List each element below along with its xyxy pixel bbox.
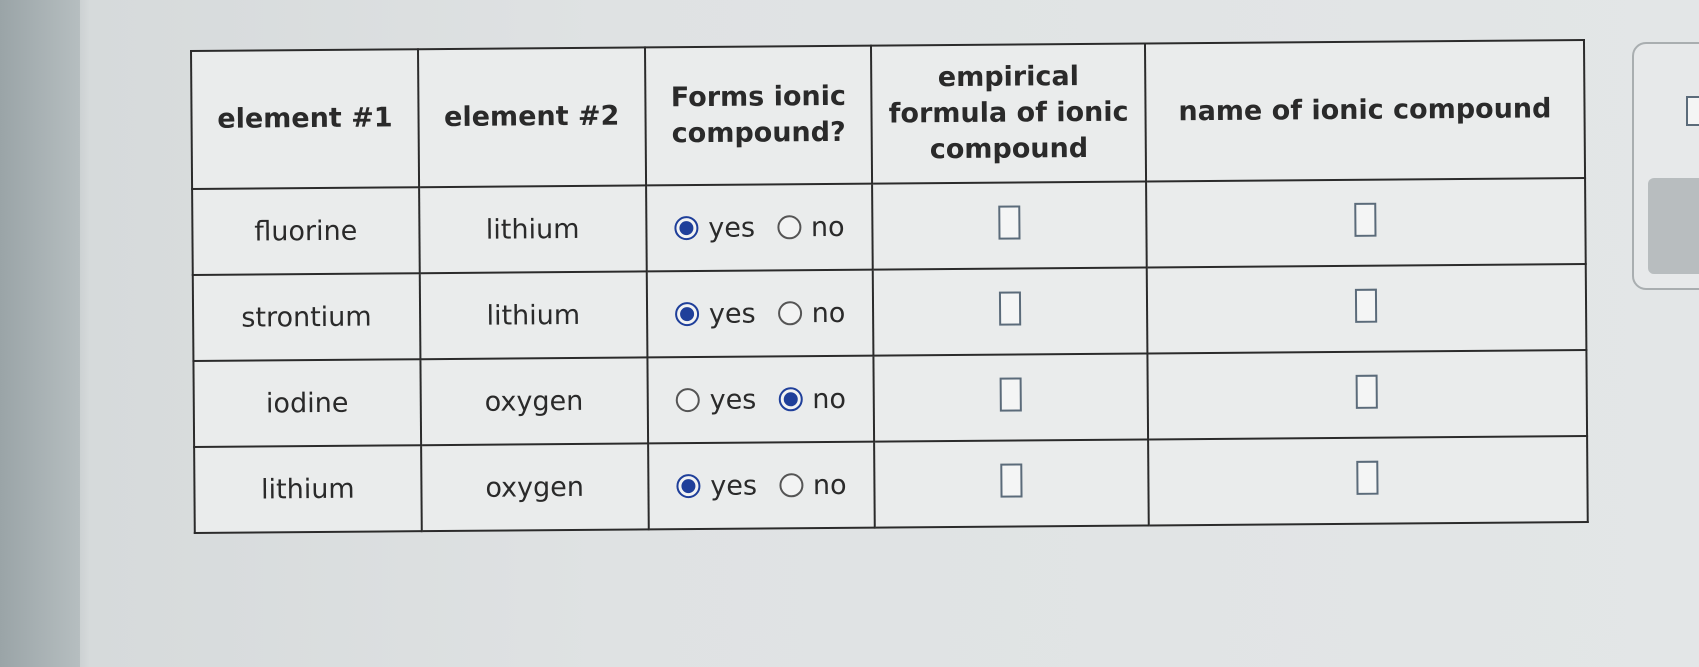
cell-compound-name — [1146, 264, 1587, 354]
cell-element-1: lithium — [194, 445, 422, 533]
cell-element-1: iodine — [193, 359, 421, 447]
radio-button-icon[interactable] — [675, 388, 700, 413]
forms-ionic-radio-group: yes no — [649, 383, 872, 416]
formula-input[interactable] — [998, 204, 1021, 240]
cell-element-1: strontium — [192, 273, 421, 361]
left-bezel — [0, 0, 80, 667]
side-toolbar — [1632, 42, 1699, 290]
radio-yes[interactable]: yes — [676, 470, 757, 502]
cell-compound-name — [1145, 178, 1586, 268]
forms-ionic-radio-group: yes no — [649, 297, 872, 330]
radio-label: no — [811, 297, 846, 329]
radio-no[interactable]: no — [778, 383, 846, 415]
radio-button-icon[interactable] — [674, 302, 700, 327]
cell-compound-name — [1147, 436, 1588, 526]
radio-no[interactable]: no — [776, 211, 845, 243]
screen: element #1 element #2 Forms ionic compou… — [0, 0, 1699, 667]
radio-yes[interactable]: yes — [674, 298, 756, 330]
radio-label: no — [810, 211, 845, 243]
cell-empirical-formula — [873, 353, 1148, 442]
radio-button-icon[interactable] — [776, 215, 802, 240]
cell-element-1: fluorine — [192, 187, 420, 275]
table-row: strontium lithium yes no — [192, 264, 1587, 361]
formula-input[interactable] — [1000, 462, 1023, 498]
header-element-1: element #1 — [191, 49, 419, 189]
table-row: iodine oxygen yes no — [193, 350, 1588, 447]
radio-label: yes — [710, 470, 758, 502]
radio-button-icon[interactable] — [777, 301, 802, 326]
radio-button-icon[interactable] — [674, 216, 699, 241]
question-table-wrapper: element #1 element #2 Forms ionic compou… — [190, 39, 1589, 534]
radio-label: yes — [708, 212, 756, 244]
cell-empirical-formula — [873, 267, 1148, 356]
cell-forms-ionic: yes no — [647, 355, 875, 444]
formula-input[interactable] — [999, 376, 1023, 412]
header-compound-name: name of ionic compound — [1144, 40, 1586, 182]
radio-label: no — [812, 383, 847, 415]
compound-name-input[interactable] — [1355, 288, 1378, 323]
table-row: fluorine lithium yes no — [192, 178, 1586, 275]
radio-button-icon[interactable] — [778, 387, 803, 412]
cell-element-2: oxygen — [420, 443, 649, 532]
cell-element-2: oxygen — [420, 357, 648, 446]
table-body: fluorine lithium yes no strontium lithium yes n… — [192, 178, 1588, 533]
formula-input[interactable] — [999, 290, 1022, 326]
ionic-compound-table: element #1 element #2 Forms ionic compou… — [190, 39, 1589, 534]
compound-name-input[interactable] — [1356, 374, 1379, 409]
forms-ionic-radio-group: yes no — [650, 469, 873, 502]
cell-empirical-formula — [872, 181, 1147, 270]
cell-element-2: lithium — [418, 185, 647, 274]
cell-empirical-formula — [874, 439, 1149, 528]
radio-label: yes — [709, 384, 757, 416]
radio-yes[interactable]: yes — [675, 384, 757, 416]
cell-compound-name — [1147, 350, 1588, 440]
answer-box-icon[interactable] — [1686, 96, 1699, 126]
header-forms-ionic: Forms ionic compound? — [644, 45, 873, 186]
cell-forms-ionic: yes no — [645, 183, 874, 272]
header-row: element #1 element #2 Forms ionic compou… — [191, 40, 1586, 189]
cell-element-2: lithium — [419, 271, 648, 360]
table-row: lithium oxygen yes no — [194, 436, 1588, 533]
forms-ionic-radio-group: yes no — [648, 211, 871, 244]
cell-forms-ionic: yes no — [647, 441, 876, 530]
radio-button-icon[interactable] — [676, 474, 701, 499]
radio-button-icon[interactable] — [778, 473, 804, 498]
radio-label: no — [812, 469, 847, 501]
compound-name-input[interactable] — [1354, 202, 1377, 237]
cell-forms-ionic: yes no — [646, 269, 874, 358]
radio-yes[interactable]: yes — [674, 212, 755, 244]
header-empirical-formula: empirical formula of ionic compound — [871, 43, 1146, 184]
radio-no[interactable]: no — [777, 297, 846, 329]
side-action-button[interactable] — [1648, 178, 1699, 274]
header-element-2: element #2 — [417, 47, 646, 188]
compound-name-input[interactable] — [1356, 460, 1379, 495]
radio-no[interactable]: no — [778, 469, 847, 501]
radio-label: yes — [708, 298, 756, 330]
